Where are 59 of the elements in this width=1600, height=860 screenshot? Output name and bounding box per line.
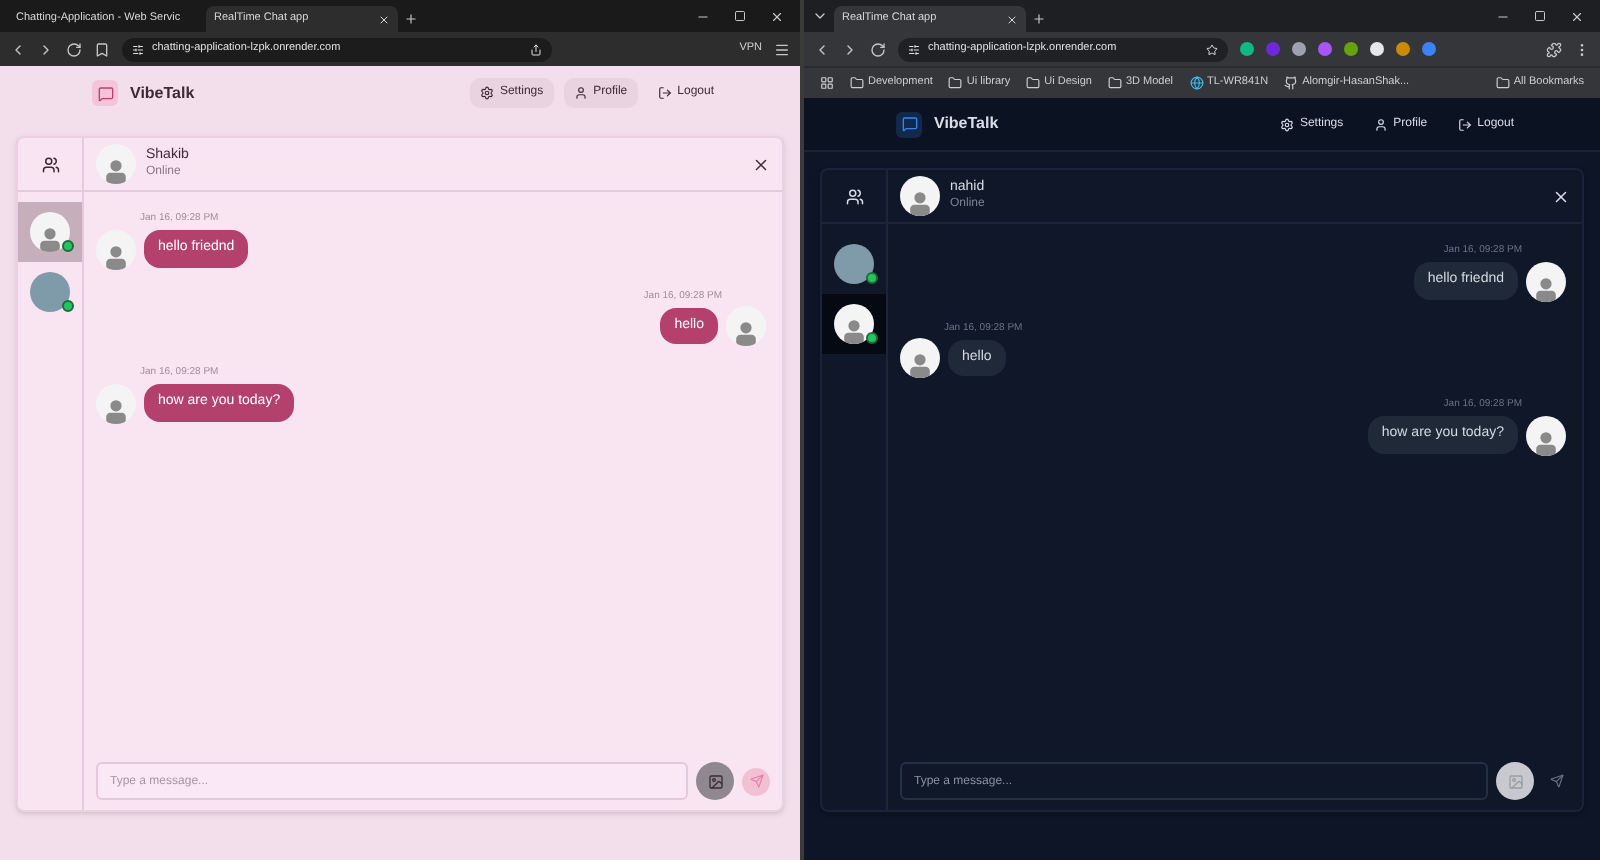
user-icon — [573, 86, 588, 100]
avatar-silhouette-icon — [1526, 261, 1566, 301]
folder-icon — [850, 76, 864, 90]
extensions-icon[interactable] — [1546, 41, 1562, 57]
maximize-icon[interactable] — [1534, 10, 1546, 22]
avatar-silhouette-icon — [96, 383, 136, 423]
users-icon — [41, 155, 59, 173]
logout-icon — [1457, 117, 1472, 131]
close-window-icon[interactable] — [770, 10, 784, 24]
reload-icon[interactable] — [870, 41, 886, 57]
send-icon — [1549, 774, 1563, 788]
brand-name: VibeTalk — [934, 112, 999, 136]
image-icon — [707, 773, 723, 789]
folder-icon — [1026, 76, 1041, 90]
chat-logo-icon — [896, 111, 922, 137]
users-icon — [845, 187, 863, 205]
globe-icon — [1189, 76, 1204, 90]
close-tab-icon[interactable] — [378, 13, 390, 25]
avatar-silhouette-icon — [900, 176, 940, 216]
menu-icon[interactable] — [774, 41, 790, 57]
folder-icon — [948, 76, 963, 90]
avatar-silhouette-icon — [726, 306, 766, 346]
folder-icon — [1107, 76, 1122, 90]
folder-icon — [1495, 76, 1510, 90]
back-icon[interactable] — [814, 41, 830, 57]
tab-search-icon[interactable] — [812, 8, 828, 24]
maximize-icon[interactable] — [734, 10, 746, 22]
avatar-silhouette-icon — [96, 144, 136, 184]
avatar-silhouette-icon — [30, 212, 70, 252]
image-button[interactable] — [1496, 762, 1534, 800]
close-window-icon[interactable] — [1570, 10, 1584, 24]
minimize-icon[interactable] — [696, 10, 710, 24]
chat-logo-icon — [92, 80, 118, 106]
apps-icon[interactable] — [820, 76, 834, 90]
new-tab-icon[interactable] — [404, 12, 418, 26]
photo-placeholder — [834, 244, 874, 284]
user-icon — [1373, 117, 1388, 131]
settings-icon — [1279, 117, 1294, 131]
new-tab-icon[interactable] — [1032, 12, 1046, 26]
brand-name: VibeTalk — [130, 81, 195, 105]
back-icon[interactable] — [10, 41, 26, 57]
image-button[interactable] — [696, 762, 734, 800]
image-icon — [1507, 773, 1523, 789]
close-tab-icon[interactable] — [1006, 13, 1018, 25]
avatar-silhouette-icon — [834, 304, 874, 344]
contact-item[interactable] — [822, 294, 886, 354]
forward-icon[interactable] — [842, 41, 858, 57]
send-icon — [749, 774, 763, 788]
avatar-silhouette-icon — [900, 338, 940, 378]
photo-placeholder — [30, 272, 70, 312]
avatar-silhouette-icon — [96, 229, 136, 269]
close-icon[interactable] — [752, 155, 770, 173]
minimize-icon[interactable] — [1496, 10, 1510, 24]
avatar-silhouette-icon — [1526, 415, 1566, 455]
reload-icon[interactable] — [66, 41, 82, 57]
forward-icon[interactable] — [38, 41, 54, 57]
settings-icon — [479, 86, 494, 100]
logout-icon — [657, 86, 672, 100]
bookmark-icon[interactable] — [94, 41, 110, 57]
